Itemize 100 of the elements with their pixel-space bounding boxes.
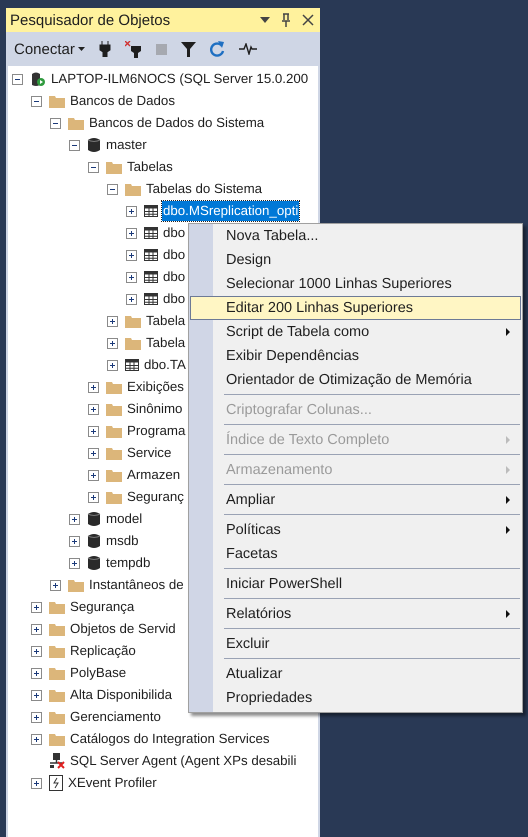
tree-item[interactable]: Tabela	[145, 333, 186, 353]
tree-item[interactable]: dbo	[162, 267, 186, 287]
menu-item[interactable]: Nova Tabela...	[190, 224, 521, 248]
tree-item[interactable]: Replicação	[69, 641, 137, 661]
close-icon[interactable]	[302, 14, 314, 26]
expand-icon[interactable]	[31, 778, 42, 788]
expand-icon[interactable]	[31, 624, 42, 634]
menu-item[interactable]: Editar 200 Linhas Superiores	[190, 296, 521, 320]
table-icon	[144, 227, 158, 239]
folder-icon	[49, 644, 65, 658]
expand-icon[interactable]	[69, 536, 80, 546]
tree-item[interactable]: Service	[126, 443, 172, 463]
table-icon	[144, 249, 158, 261]
tree-item[interactable]: LAPTOP-ILM6NOCS (SQL Server 15.0.200	[50, 69, 310, 89]
tree-item[interactable]: master	[105, 135, 148, 155]
tree-item[interactable]: Sinônimo	[126, 399, 184, 419]
collapse-icon[interactable]	[107, 184, 118, 194]
activity-icon[interactable]	[238, 43, 257, 55]
menu-item[interactable]: Atualizar	[190, 662, 521, 686]
folder-icon	[106, 380, 122, 394]
connect-button[interactable]: Conectar	[14, 40, 85, 58]
tree-item[interactable]: Instantâneos de	[88, 575, 185, 595]
collapse-icon[interactable]	[50, 118, 61, 128]
tree-item[interactable]: model	[105, 509, 144, 529]
menu-item[interactable]: Selecionar 1000 Linhas Superiores	[190, 272, 521, 296]
expand-icon[interactable]	[107, 360, 118, 370]
tree-item[interactable]: SQL Server Agent (Agent XPs desabili	[69, 751, 298, 771]
tree-item[interactable]: Tabelas	[126, 157, 174, 177]
tree-item[interactable]: Bancos de Dados do Sistema	[88, 113, 266, 133]
tree-item[interactable]: Tabela	[145, 311, 186, 331]
tree-item[interactable]: Tabelas do Sistema	[145, 179, 264, 199]
menu-item[interactable]: Propriedades	[190, 686, 521, 710]
tree-item[interactable]: Segurança	[69, 597, 136, 617]
expand-icon[interactable]	[88, 492, 99, 502]
menu-item[interactable]: Ampliar	[190, 488, 521, 512]
menu-item[interactable]: Facetas	[190, 542, 521, 566]
tree-item[interactable]: dbo	[162, 289, 186, 309]
collapse-icon[interactable]	[88, 162, 99, 172]
menu-item[interactable]: Relatórios	[190, 602, 521, 626]
agent-stopped-icon	[49, 753, 65, 769]
caret-icon[interactable]	[78, 47, 85, 51]
menu-item[interactable]: Design	[190, 248, 521, 272]
folder-icon	[49, 688, 65, 702]
tree-item[interactable]: Gerenciamento	[69, 707, 162, 727]
expand-icon[interactable]	[50, 580, 61, 590]
expand-icon[interactable]	[88, 404, 99, 414]
disconnect-icon[interactable]	[124, 40, 142, 58]
tree-item[interactable]: tempdb	[105, 553, 152, 573]
menu-item[interactable]: Políticas	[190, 518, 521, 542]
collapse-icon[interactable]	[69, 140, 80, 150]
folder-icon	[106, 160, 122, 174]
expand-icon[interactable]	[31, 712, 42, 722]
expand-icon[interactable]	[126, 294, 137, 304]
tree-item[interactable]: PolyBase	[69, 663, 128, 683]
expand-icon[interactable]	[126, 206, 137, 216]
expand-icon[interactable]	[31, 734, 42, 744]
tree-item[interactable]: Catálogos do Integration Services	[69, 729, 271, 749]
folder-icon	[106, 490, 122, 504]
expand-icon[interactable]	[126, 272, 137, 282]
expand-icon[interactable]	[88, 448, 99, 458]
collapse-icon[interactable]	[12, 74, 23, 84]
expand-icon[interactable]	[88, 470, 99, 480]
expand-icon[interactable]	[31, 690, 42, 700]
tree-item[interactable]: Seguranç	[126, 487, 185, 507]
refresh-icon[interactable]	[210, 41, 225, 57]
menu-item[interactable]: Iniciar PowerShell	[190, 572, 521, 596]
database-icon	[87, 511, 101, 527]
expand-icon[interactable]	[69, 558, 80, 568]
tree-item[interactable]: Armazen	[126, 465, 182, 485]
table-icon	[144, 271, 158, 283]
tree-item[interactable]: msdb	[105, 531, 140, 551]
filter-icon[interactable]	[180, 42, 196, 56]
tree-item[interactable]: Objetos de Servid	[69, 619, 177, 639]
dropdown-icon[interactable]	[260, 17, 270, 23]
tree-item[interactable]: dbo	[162, 223, 186, 243]
plug-icon[interactable]	[98, 41, 111, 57]
expand-icon[interactable]	[107, 316, 118, 326]
menu-item[interactable]: Orientador de Otimização de Memória	[190, 368, 521, 392]
expand-icon[interactable]	[126, 228, 137, 238]
tree-item[interactable]: Bancos de Dados	[69, 91, 176, 111]
pin-icon[interactable]	[281, 13, 291, 27]
tree-item[interactable]: XEvent Profiler	[67, 773, 158, 793]
expand-icon[interactable]	[69, 514, 80, 524]
expand-icon[interactable]	[126, 250, 137, 260]
expand-icon[interactable]	[31, 602, 42, 612]
menu-item[interactable]: Script de Tabela como	[190, 320, 521, 344]
menu-item[interactable]: Exibir Dependências	[190, 344, 521, 368]
tree-item[interactable]: Exibições	[126, 377, 185, 397]
tree-item[interactable]: dbo	[162, 245, 186, 265]
expand-icon[interactable]	[31, 646, 42, 656]
tree-item[interactable]: Alta Disponibilida	[69, 685, 173, 705]
expand-icon[interactable]	[107, 338, 118, 348]
tree-item[interactable]: dbo.MSreplication_opti	[162, 201, 300, 221]
tree-item[interactable]: Programa	[126, 421, 186, 441]
collapse-icon[interactable]	[31, 96, 42, 106]
menu-item[interactable]: Excluir	[190, 632, 521, 656]
expand-icon[interactable]	[31, 668, 42, 678]
expand-icon[interactable]	[88, 426, 99, 436]
expand-icon[interactable]	[88, 382, 99, 392]
tree-item[interactable]: dbo.TA	[143, 355, 187, 375]
